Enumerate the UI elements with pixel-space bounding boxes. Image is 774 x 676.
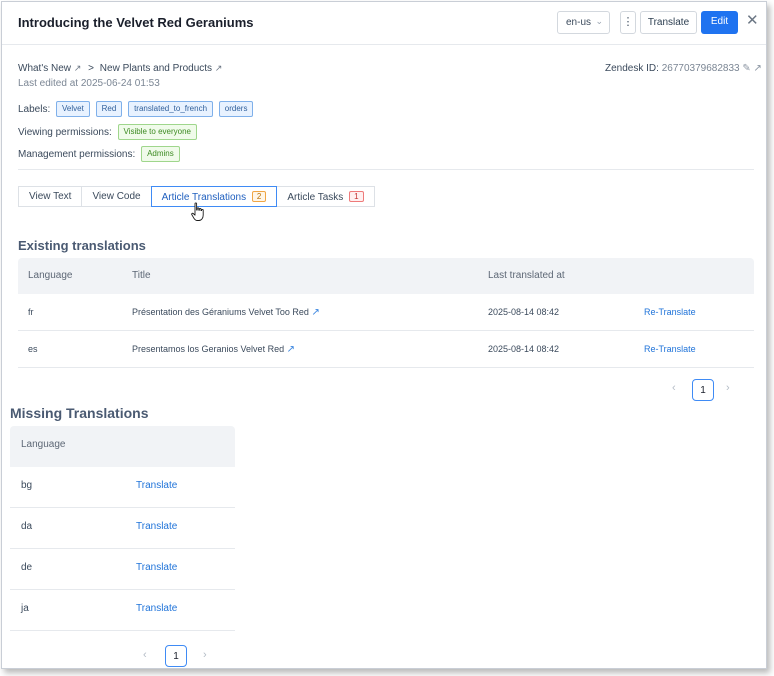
translate-link[interactable]: Translate bbox=[136, 603, 177, 614]
external-link-icon[interactable]: ↗ bbox=[215, 63, 223, 73]
locale-select[interactable]: en-us ⌄ bbox=[557, 11, 610, 34]
count-badge: 1 bbox=[349, 191, 364, 202]
language-cell: de bbox=[21, 562, 33, 573]
language-cell: bg bbox=[21, 480, 33, 491]
breadcrumb: What's New ↗ > New Plants and Products ↗ bbox=[18, 63, 222, 74]
viewing-permissions-badge: Visible to everyone bbox=[117, 124, 197, 140]
column-header-title: Title bbox=[132, 270, 151, 281]
translate-link[interactable]: Translate bbox=[136, 562, 177, 573]
pagination-page[interactable]: 1 bbox=[692, 379, 714, 401]
viewing-permissions-row: Viewing permissions: Visible to everyone bbox=[18, 124, 197, 140]
language-cell: es bbox=[28, 344, 38, 354]
management-permissions-label: Management permissions: bbox=[18, 149, 136, 160]
article-title: Introducing the Velvet Red Geraniums bbox=[18, 15, 254, 30]
more-options-button[interactable]: ⋮ bbox=[620, 11, 636, 34]
translate-button[interactable]: Translate bbox=[640, 11, 697, 34]
translation-title: Presentamos los Geranios Velvet Red bbox=[132, 344, 285, 354]
article-detail-panel: Introducing the Velvet Red Geraniums en-… bbox=[1, 1, 767, 669]
pagination-next-icon[interactable]: › bbox=[726, 382, 730, 394]
language-cell: da bbox=[21, 521, 33, 532]
column-header-last-translated: Last translated at bbox=[488, 270, 565, 281]
zendesk-id: Zendesk ID: 26770379682833 ✎ ↗ bbox=[605, 63, 762, 74]
management-permissions-badge: Admins bbox=[141, 146, 180, 162]
translate-link[interactable]: Translate bbox=[136, 521, 177, 532]
label-chip: Velvet bbox=[56, 101, 90, 117]
breadcrumb-link-whats-new[interactable]: What's New bbox=[18, 63, 71, 74]
table-row: de Translate bbox=[10, 549, 235, 590]
tab-article-translations[interactable]: Article Translations 2 bbox=[150, 186, 278, 207]
column-header-language: Language bbox=[21, 439, 66, 450]
language-cell: fr bbox=[28, 307, 34, 317]
re-translate-link[interactable]: Re-Translate bbox=[644, 344, 696, 354]
pagination-prev-icon[interactable]: ‹ bbox=[672, 382, 676, 394]
tab-label: Article Tasks bbox=[287, 192, 344, 203]
close-icon[interactable]: ✕ bbox=[746, 13, 759, 28]
external-link-icon[interactable]: ↗ bbox=[754, 63, 762, 74]
missing-translations-heading: Missing Translations bbox=[10, 405, 149, 421]
title-cell: Presentamos los Geranios Velvet Red ↗ bbox=[132, 344, 295, 355]
external-link-icon[interactable]: ↗ bbox=[287, 344, 295, 355]
edit-button[interactable]: Edit bbox=[701, 11, 738, 34]
count-badge: 2 bbox=[251, 191, 267, 202]
tab-label: View Code bbox=[92, 191, 141, 202]
re-translate-link[interactable]: Re-Translate bbox=[644, 307, 696, 317]
breadcrumb-link-new-plants[interactable]: New Plants and Products bbox=[100, 63, 212, 74]
tab-view-text[interactable]: View Text bbox=[18, 186, 83, 207]
labels-label: Labels: bbox=[18, 104, 51, 115]
section-divider bbox=[18, 169, 754, 170]
chevron-down-icon: ⌄ bbox=[595, 16, 603, 26]
pagination-next-icon[interactable]: › bbox=[203, 649, 207, 661]
pencil-icon[interactable]: ✎ bbox=[742, 63, 750, 74]
last-edited-text: Last edited at 2025-06-24 01:53 bbox=[18, 78, 160, 89]
label-chip: orders bbox=[218, 101, 254, 117]
label-chip: translated_to_french bbox=[128, 101, 214, 117]
language-cell: ja bbox=[21, 603, 29, 614]
title-cell: Présentation des Géraniums Velvet Too Re… bbox=[132, 307, 320, 318]
column-header-language: Language bbox=[28, 270, 73, 281]
translation-title: Présentation des Géraniums Velvet Too Re… bbox=[132, 307, 309, 317]
external-link-icon[interactable]: ↗ bbox=[74, 63, 82, 73]
existing-translations-heading: Existing translations bbox=[18, 238, 146, 253]
missing-table-header: Language bbox=[10, 426, 235, 467]
zendesk-id-label: Zendesk ID: bbox=[605, 63, 659, 74]
zendesk-id-value: 26770379682833 bbox=[661, 63, 740, 74]
pagination-prev-icon[interactable]: ‹ bbox=[143, 649, 147, 661]
table-row: es Presentamos los Geranios Velvet Red ↗… bbox=[18, 331, 754, 368]
management-permissions-row: Management permissions: Admins bbox=[18, 146, 180, 162]
pagination-page[interactable]: 1 bbox=[165, 645, 187, 667]
breadcrumb-separator: > bbox=[88, 63, 94, 74]
labels-row: Labels: Velvet Red translated_to_french … bbox=[18, 101, 254, 117]
tab-label: View Text bbox=[29, 191, 72, 202]
viewing-permissions-label: Viewing permissions: bbox=[18, 127, 112, 138]
translate-link[interactable]: Translate bbox=[136, 480, 177, 491]
label-chip: Red bbox=[95, 101, 123, 117]
tab-article-tasks[interactable]: Article Tasks 1 bbox=[276, 186, 375, 207]
table-row: bg Translate bbox=[10, 467, 235, 508]
locale-value: en-us bbox=[566, 17, 592, 28]
external-link-icon[interactable]: ↗ bbox=[311, 307, 319, 318]
table-row: ja Translate bbox=[10, 590, 235, 631]
table-row: fr Présentation des Géraniums Velvet Too… bbox=[18, 294, 754, 331]
last-translated-cell: 2025-08-14 08:42 bbox=[488, 307, 560, 317]
tab-view-code[interactable]: View Code bbox=[81, 186, 152, 207]
table-row: da Translate bbox=[10, 508, 235, 549]
last-translated-cell: 2025-08-14 08:42 bbox=[488, 344, 560, 354]
panel-header: Introducing the Velvet Red Geraniums en-… bbox=[2, 2, 766, 45]
hand-pointer-cursor-icon bbox=[191, 202, 204, 221]
existing-table-header: Language Title Last translated at bbox=[18, 258, 754, 294]
